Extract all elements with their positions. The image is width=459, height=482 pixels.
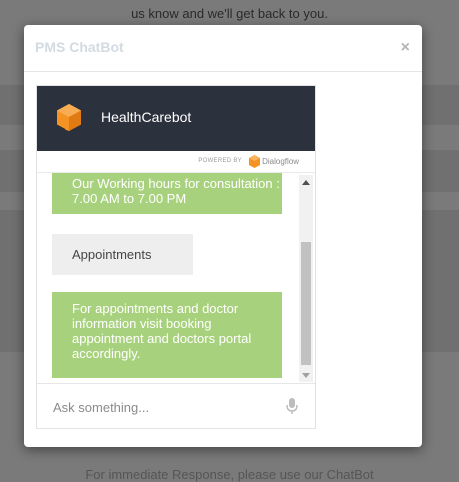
chat-widget: HealthCarebot POWERED BY Dialogflow Our … [36, 85, 316, 429]
message-list: Our Working hours for consultation : 7.0… [37, 173, 301, 383]
dialogflow-label: Dialogflow [262, 157, 299, 166]
chat-scrollbar[interactable] [299, 175, 313, 382]
scroll-thumb[interactable] [301, 242, 311, 365]
close-icon[interactable]: × [401, 40, 410, 56]
bot-cube-icon [57, 104, 81, 131]
modal-header: PMS ChatBot × [24, 25, 422, 72]
powered-by-label: POWERED BY [198, 158, 242, 164]
chat-input[interactable] [51, 396, 275, 418]
powered-by-bar: POWERED BY Dialogflow [37, 151, 315, 173]
user-message: Appointments [52, 234, 193, 275]
chat-header: HealthCarebot [37, 86, 315, 151]
bot-message: Our Working hours for consultation : 7.0… [52, 173, 282, 214]
modal-title: PMS ChatBot [35, 39, 124, 55]
microphone-icon[interactable] [285, 397, 299, 415]
chat-input-bar [37, 383, 315, 428]
bot-name: HealthCarebot [101, 109, 192, 125]
chatbot-modal: PMS ChatBot × HealthCarebot POWERED BY D… [24, 25, 422, 447]
bot-message: For appointments and doctor information … [52, 292, 282, 378]
background-bottom-text: For immediate Response, please use our C… [85, 467, 374, 482]
scroll-up-icon[interactable] [302, 180, 310, 185]
scroll-down-icon[interactable] [302, 373, 310, 378]
dialogflow-icon [249, 155, 260, 168]
background-text: us know and we'll get back to you. [131, 6, 328, 21]
